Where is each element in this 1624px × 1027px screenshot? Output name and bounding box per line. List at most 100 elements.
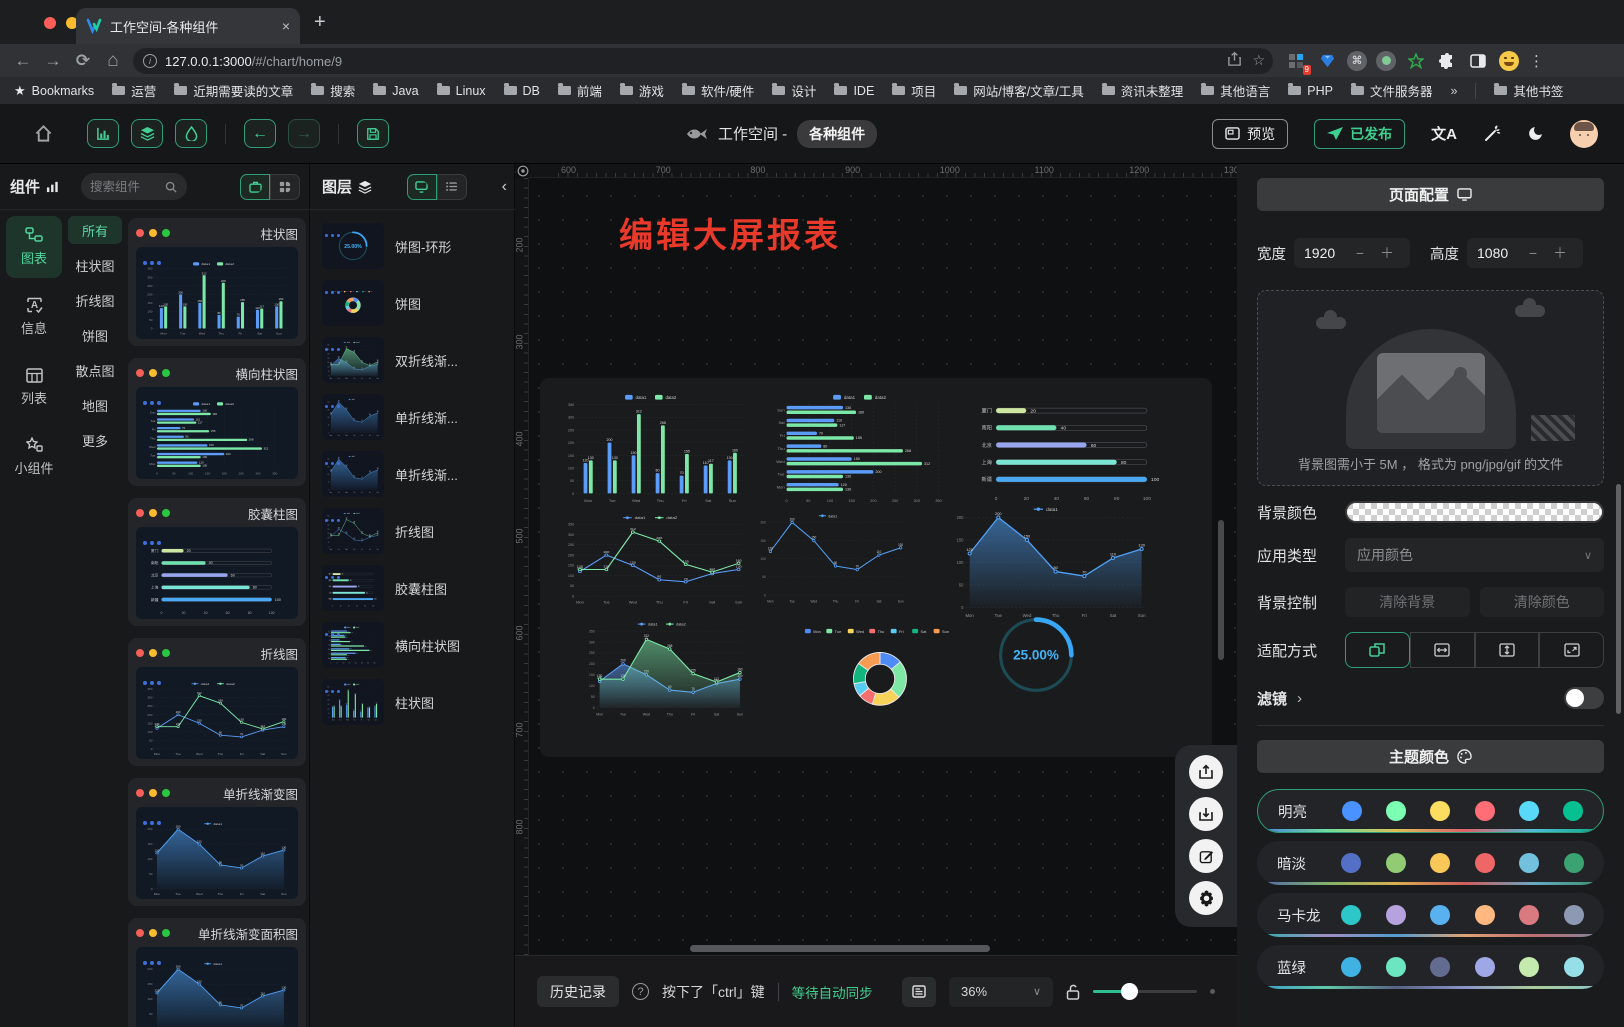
history-button[interactable]: 历史记录 [537,976,619,1007]
filter-toggle[interactable] [1564,687,1604,709]
layer-item[interactable]: 25.00%饼图-环形 [318,222,507,270]
height-value[interactable]: 1080 [1477,245,1508,261]
other-bookmarks[interactable]: 其他书签 [1494,81,1563,100]
sidebar-tab-小组件[interactable]: 小组件 [6,426,62,488]
lock-open-icon[interactable] [1066,984,1080,1000]
bookmark-item[interactable]: 网站/博客/文章/工具 [954,81,1083,100]
bookmark-item[interactable]: IDE [834,81,874,100]
bookmark-item[interactable]: 搜索 [311,81,355,100]
canvas-chart-line-double-area[interactable]: 050100150200250300350data1data2120200150… [582,618,750,718]
wand-icon[interactable] [1483,125,1501,143]
bookmark-item[interactable]: 资讯未整理 [1102,81,1184,100]
bookmark-item[interactable]: 其他语言 [1201,81,1270,100]
thumbnail-view-toggle[interactable] [407,174,437,200]
back-arrow-icon[interactable]: ← [8,51,38,71]
history-panel-button[interactable] [902,977,936,1007]
layer-item[interactable]: 050100150200250300350data1data2120200150… [318,336,507,384]
bookmark-item[interactable]: 近期需要读的文章 [174,81,293,100]
sidebar-tab-图表[interactable]: 图表 [6,216,62,278]
user-avatar[interactable] [1570,120,1598,148]
moon-icon[interactable] [1527,125,1544,142]
layer-item[interactable]: 050100150200data11202001508070110130MonT… [318,393,507,441]
layer-item[interactable]: 050100150200250300350data1data2120130Mon… [318,678,507,726]
extension-command-icon[interactable]: ⌘ [1347,51,1367,71]
bookmark-item[interactable]: 设计 [772,81,816,100]
category-所有[interactable]: 所有 [68,216,122,244]
browser-tab[interactable]: 工作空间-各种组件 × [76,8,300,44]
layer-item[interactable]: 050100150200250300350data1data2Sun130160… [318,621,507,669]
share-icon[interactable] [1227,52,1242,67]
sidebar-panel-icon[interactable] [1467,50,1489,72]
forward-arrow-icon[interactable]: → [38,51,68,71]
extension-recorder-icon[interactable] [1376,51,1396,71]
category-柱状图[interactable]: 柱状图 [68,251,122,279]
translate-icon[interactable]: 文A [1431,123,1457,144]
settings-button[interactable] [1189,881,1223,915]
canvas-chart-line-single[interactable]: 050100150200data11202001508070110130MonT… [754,510,910,605]
component-card[interactable]: 单折线渐变面积图050100150200data1120200150807011… [128,918,306,1027]
profile-avatar-icon[interactable] [1498,50,1520,72]
big-screen-title[interactable]: 编辑大屏报表 [619,208,841,257]
url-bar[interactable]: i 127.0.0.1:3000/#/chart/home/9 ☆ [133,48,1273,74]
slider-knob[interactable] [1121,983,1138,1000]
bookmark-item[interactable]: 游戏 [620,81,664,100]
width-stepper[interactable]: 1920− ＋ [1294,238,1410,268]
fit-auto-button[interactable] [1345,632,1410,668]
layers-button[interactable] [131,119,163,148]
import-button[interactable] [1189,797,1223,831]
category-散点图[interactable]: 散点图 [68,356,122,384]
collapse-chevron-icon[interactable]: ‹ [502,178,507,196]
home-icon[interactable]: ⌂ [98,50,128,72]
component-card[interactable]: 折线图050100150200250300350data1data2120200… [128,638,306,766]
layer-item[interactable]: 厦门20南阳40北京60上海80新疆100020406080100胶囊柱图 [318,564,507,612]
component-card[interactable]: 胶囊柱图厦门20南阳40北京60上海80新疆100020406080100 [128,498,306,626]
redo-button[interactable]: → [288,119,320,148]
bookmark-star-icon[interactable]: ☆ [1252,52,1265,69]
theme-明亮[interactable]: 明亮 [1257,789,1604,833]
theme-color-header[interactable]: 主题颜色 [1257,740,1604,773]
vertical-scrollbar[interactable] [1218,520,1224,660]
home-icon[interactable] [34,124,53,143]
canvas-chart-donut-pie[interactable]: MonTueWedThuFriSatSun [780,622,980,720]
tab-close-icon[interactable]: × [282,18,290,34]
category-折线图[interactable]: 折线图 [68,286,122,314]
component-card[interactable]: 横向柱状图050100150200250300350data1data2Sun1… [128,358,306,486]
stepper-buttons[interactable]: − ＋ [1356,243,1400,263]
charts-board[interactable]: 050100150200250300350data1data2120130Mon… [540,378,1212,757]
refresh-icon[interactable]: ⟳ [68,51,98,71]
help-icon[interactable]: ? [632,983,649,1000]
app-type-select[interactable]: 应用颜色 ∨ [1345,538,1604,572]
chevron-right-icon[interactable]: › [1297,690,1302,707]
site-info-icon[interactable]: i [143,54,157,68]
grid-view-toggle[interactable] [270,174,300,200]
fit-height-button[interactable] [1475,632,1540,668]
zoom-slider[interactable] [1093,990,1197,993]
layer-item[interactable]: 050100150200data11202001508070110130MonT… [318,450,507,498]
undo-button[interactable]: ← [244,119,276,148]
bookmark-item[interactable]: Linux [437,81,486,100]
component-card[interactable]: 柱状图050100150200250300350data1data2120130… [128,218,306,346]
page-config-header[interactable]: 页面配置 [1257,178,1604,211]
eye-icon[interactable] [517,165,529,177]
category-饼图[interactable]: 饼图 [68,321,122,349]
theme-蓝绿[interactable]: 蓝绿 [1257,945,1604,989]
layer-item[interactable]: 050100150200250300350data1data2120200150… [318,507,507,555]
extension-gem-icon[interactable] [1316,50,1338,72]
filter-button[interactable] [175,119,207,148]
bookmark-item[interactable]: 软件/硬件 [682,81,754,100]
bookmarks-root[interactable]: ★Bookmarks [14,83,94,99]
publish-button[interactable]: 已发布 [1314,119,1405,149]
category-更多[interactable]: 更多 [68,426,122,454]
extension-star-icon[interactable] [1405,50,1427,72]
canvas[interactable]: 6007008009001000110012001300 20030040050… [515,164,1237,1027]
sidebar-tab-列表[interactable]: 列表 [6,356,62,418]
save-button[interactable] [357,119,389,148]
bookmark-item[interactable]: 项目 [892,81,936,100]
clear-color-button[interactable]: 清除颜色 [1480,587,1605,617]
theme-暗淡[interactable]: 暗淡 [1257,841,1604,885]
bookmark-item[interactable]: PHP [1288,81,1333,100]
canvas-chart-bar-grouped[interactable]: 050100150200250300350data1data2120130Mon… [560,390,750,506]
preview-button[interactable]: 预览 [1212,119,1288,149]
edit-button[interactable] [1189,839,1223,873]
bookmark-item[interactable]: Java [373,81,418,100]
